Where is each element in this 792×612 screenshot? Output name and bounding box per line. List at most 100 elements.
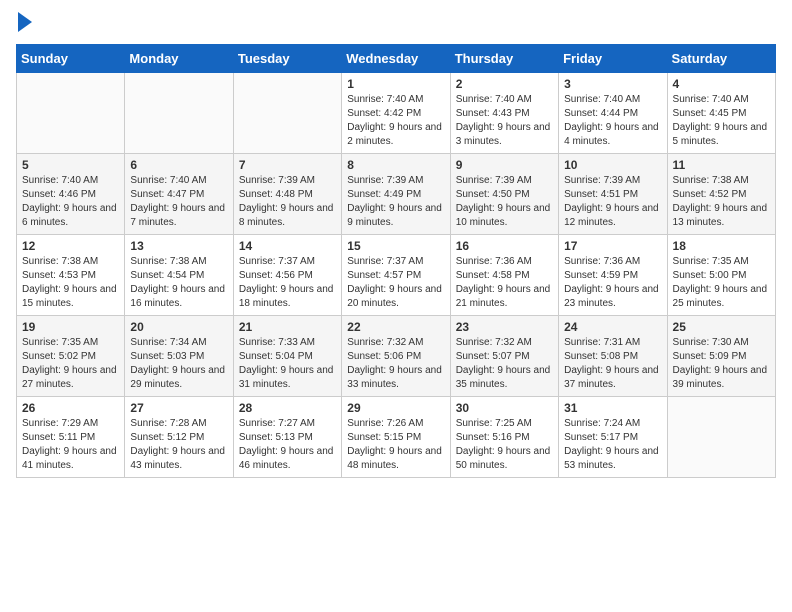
day-number: 21 <box>239 320 336 334</box>
day-number: 29 <box>347 401 444 415</box>
day-info: Sunrise: 7:39 AM Sunset: 4:49 PM Dayligh… <box>347 174 444 230</box>
calendar-cell: 4Sunrise: 7:40 AM Sunset: 4:45 PM Daylig… <box>667 73 775 154</box>
day-number: 9 <box>456 158 553 172</box>
day-info: Sunrise: 7:40 AM Sunset: 4:42 PM Dayligh… <box>347 93 444 149</box>
calendar-cell: 26 Sunrise: 7:29 AM Sunset: 5:11 PM Dayli… <box>17 397 125 478</box>
day-info: Sunrise: 7:40 AM Sunset: 4:44 PM Dayligh… <box>564 93 661 149</box>
logo-triangle-icon <box>18 12 32 32</box>
calendar-cell <box>125 73 233 154</box>
weekday-header-row: SundayMondayTuesdayWednesdayThursdayFrid… <box>17 45 776 73</box>
day-number: 14 <box>239 239 336 253</box>
day-number: 16 <box>456 239 553 253</box>
day-number: 11 <box>673 158 770 172</box>
calendar-cell: 16 Sunrise: 7:36 AM Sunset: 4:58 PM Dayli… <box>450 235 558 316</box>
week-row-1: 1 Sunrise: 7:40 AM Sunset: 4:42 PM Daylig… <box>17 73 776 154</box>
day-info: Sunrise: 7:40 AM Sunset: 4:46 PM Dayligh… <box>22 174 119 230</box>
calendar-cell: 1 Sunrise: 7:40 AM Sunset: 4:42 PM Daylig… <box>342 73 450 154</box>
calendar-cell: 18 Sunrise: 7:35 AM Sunset: 5:00 PM Dayli… <box>667 235 775 316</box>
calendar-cell: 21 Sunrise: 7:33 AM Sunset: 5:04 PM Dayli… <box>233 316 341 397</box>
day-number: 28 <box>239 401 336 415</box>
day-number: 15 <box>347 239 444 253</box>
week-row-3: 12 Sunrise: 7:38 AM Sunset: 4:53 PM Dayli… <box>17 235 776 316</box>
calendar-cell: 22Sunrise: 7:32 AM Sunset: 5:06 PM Dayli… <box>342 316 450 397</box>
logo <box>16 16 32 32</box>
day-number: 31 <box>564 401 661 415</box>
day-info: Sunrise: 7:38 AM Sunset: 4:52 PM Dayligh… <box>673 174 770 230</box>
calendar-cell: 7 Sunrise: 7:39 AM Sunset: 4:48 PM Daylig… <box>233 154 341 235</box>
day-number: 13 <box>130 239 227 253</box>
calendar-cell <box>667 397 775 478</box>
day-info: Sunrise: 7:26 AM Sunset: 5:15 PM Dayligh… <box>347 417 444 473</box>
calendar-cell: 9 Sunrise: 7:39 AM Sunset: 4:50 PM Daylig… <box>450 154 558 235</box>
calendar-cell: 23Sunrise: 7:32 AM Sunset: 5:07 PM Dayli… <box>450 316 558 397</box>
day-number: 2 <box>456 77 553 91</box>
calendar-cell: 14 Sunrise: 7:37 AM Sunset: 4:56 PM Dayli… <box>233 235 341 316</box>
day-number: 25 <box>673 320 770 334</box>
day-info: Sunrise: 7:35 AM Sunset: 5:00 PM Dayligh… <box>673 255 770 311</box>
day-info: Sunrise: 7:25 AM Sunset: 5:16 PM Dayligh… <box>456 417 553 473</box>
calendar-cell <box>17 73 125 154</box>
calendar-cell: 24 Sunrise: 7:31 AM Sunset: 5:08 PM Dayli… <box>559 316 667 397</box>
weekday-header-tuesday: Tuesday <box>233 45 341 73</box>
day-number: 30 <box>456 401 553 415</box>
day-number: 7 <box>239 158 336 172</box>
week-row-2: 5Sunrise: 7:40 AM Sunset: 4:46 PM Daylig… <box>17 154 776 235</box>
day-number: 1 <box>347 77 444 91</box>
day-info: Sunrise: 7:39 AM Sunset: 4:48 PM Dayligh… <box>239 174 336 230</box>
day-info: Sunrise: 7:39 AM Sunset: 4:50 PM Dayligh… <box>456 174 553 230</box>
day-info: Sunrise: 7:40 AM Sunset: 4:43 PM Dayligh… <box>456 93 553 149</box>
day-info: Sunrise: 7:39 AM Sunset: 4:51 PM Dayligh… <box>564 174 661 230</box>
day-number: 19 <box>22 320 119 334</box>
day-info: Sunrise: 7:29 AM Sunset: 5:11 PM Dayligh… <box>22 417 119 473</box>
day-info: Sunrise: 7:36 AM Sunset: 4:58 PM Dayligh… <box>456 255 553 311</box>
calendar-cell: 12 Sunrise: 7:38 AM Sunset: 4:53 PM Dayli… <box>17 235 125 316</box>
day-info: Sunrise: 7:32 AM Sunset: 5:06 PM Dayligh… <box>347 336 444 392</box>
day-number: 18 <box>673 239 770 253</box>
day-info: Sunrise: 7:40 AM Sunset: 4:47 PM Dayligh… <box>130 174 227 230</box>
week-row-5: 26 Sunrise: 7:29 AM Sunset: 5:11 PM Dayli… <box>17 397 776 478</box>
calendar-cell: 6 Sunrise: 7:40 AM Sunset: 4:47 PM Daylig… <box>125 154 233 235</box>
day-number: 24 <box>564 320 661 334</box>
day-info: Sunrise: 7:32 AM Sunset: 5:07 PM Dayligh… <box>456 336 553 392</box>
calendar-cell: 10 Sunrise: 7:39 AM Sunset: 4:51 PM Dayli… <box>559 154 667 235</box>
calendar-cell: 5Sunrise: 7:40 AM Sunset: 4:46 PM Daylig… <box>17 154 125 235</box>
day-info: Sunrise: 7:27 AM Sunset: 5:13 PM Dayligh… <box>239 417 336 473</box>
day-info: Sunrise: 7:37 AM Sunset: 4:57 PM Dayligh… <box>347 255 444 311</box>
day-info: Sunrise: 7:28 AM Sunset: 5:12 PM Dayligh… <box>130 417 227 473</box>
day-number: 8 <box>347 158 444 172</box>
day-info: Sunrise: 7:38 AM Sunset: 4:54 PM Dayligh… <box>130 255 227 311</box>
calendar-cell: 25Sunrise: 7:30 AM Sunset: 5:09 PM Dayli… <box>667 316 775 397</box>
calendar-cell: 28 Sunrise: 7:27 AM Sunset: 5:13 PM Dayli… <box>233 397 341 478</box>
page-header <box>16 16 776 32</box>
day-info: Sunrise: 7:35 AM Sunset: 5:02 PM Dayligh… <box>22 336 119 392</box>
week-row-4: 19 Sunrise: 7:35 AM Sunset: 5:02 PM Dayli… <box>17 316 776 397</box>
calendar-cell: 2 Sunrise: 7:40 AM Sunset: 4:43 PM Daylig… <box>450 73 558 154</box>
weekday-header-friday: Friday <box>559 45 667 73</box>
day-info: Sunrise: 7:31 AM Sunset: 5:08 PM Dayligh… <box>564 336 661 392</box>
day-number: 6 <box>130 158 227 172</box>
day-number: 20 <box>130 320 227 334</box>
day-info: Sunrise: 7:33 AM Sunset: 5:04 PM Dayligh… <box>239 336 336 392</box>
weekday-header-thursday: Thursday <box>450 45 558 73</box>
day-info: Sunrise: 7:37 AM Sunset: 4:56 PM Dayligh… <box>239 255 336 311</box>
weekday-header-sunday: Sunday <box>17 45 125 73</box>
calendar-cell: 17Sunrise: 7:36 AM Sunset: 4:59 PM Dayli… <box>559 235 667 316</box>
day-number: 27 <box>130 401 227 415</box>
day-number: 17 <box>564 239 661 253</box>
calendar-cell: 30 Sunrise: 7:25 AM Sunset: 5:16 PM Dayli… <box>450 397 558 478</box>
calendar-cell: 11 Sunrise: 7:38 AM Sunset: 4:52 PM Dayli… <box>667 154 775 235</box>
day-number: 26 <box>22 401 119 415</box>
day-number: 12 <box>22 239 119 253</box>
day-number: 10 <box>564 158 661 172</box>
calendar-cell: 15 Sunrise: 7:37 AM Sunset: 4:57 PM Dayli… <box>342 235 450 316</box>
day-info: Sunrise: 7:38 AM Sunset: 4:53 PM Dayligh… <box>22 255 119 311</box>
calendar-cell: 8 Sunrise: 7:39 AM Sunset: 4:49 PM Daylig… <box>342 154 450 235</box>
calendar-cell: 3Sunrise: 7:40 AM Sunset: 4:44 PM Daylig… <box>559 73 667 154</box>
calendar-cell <box>233 73 341 154</box>
calendar-cell: 13 Sunrise: 7:38 AM Sunset: 4:54 PM Dayli… <box>125 235 233 316</box>
weekday-header-wednesday: Wednesday <box>342 45 450 73</box>
weekday-header-saturday: Saturday <box>667 45 775 73</box>
day-number: 4 <box>673 77 770 91</box>
calendar-cell: 29 Sunrise: 7:26 AM Sunset: 5:15 PM Dayli… <box>342 397 450 478</box>
calendar-cell: 31Sunrise: 7:24 AM Sunset: 5:17 PM Dayli… <box>559 397 667 478</box>
